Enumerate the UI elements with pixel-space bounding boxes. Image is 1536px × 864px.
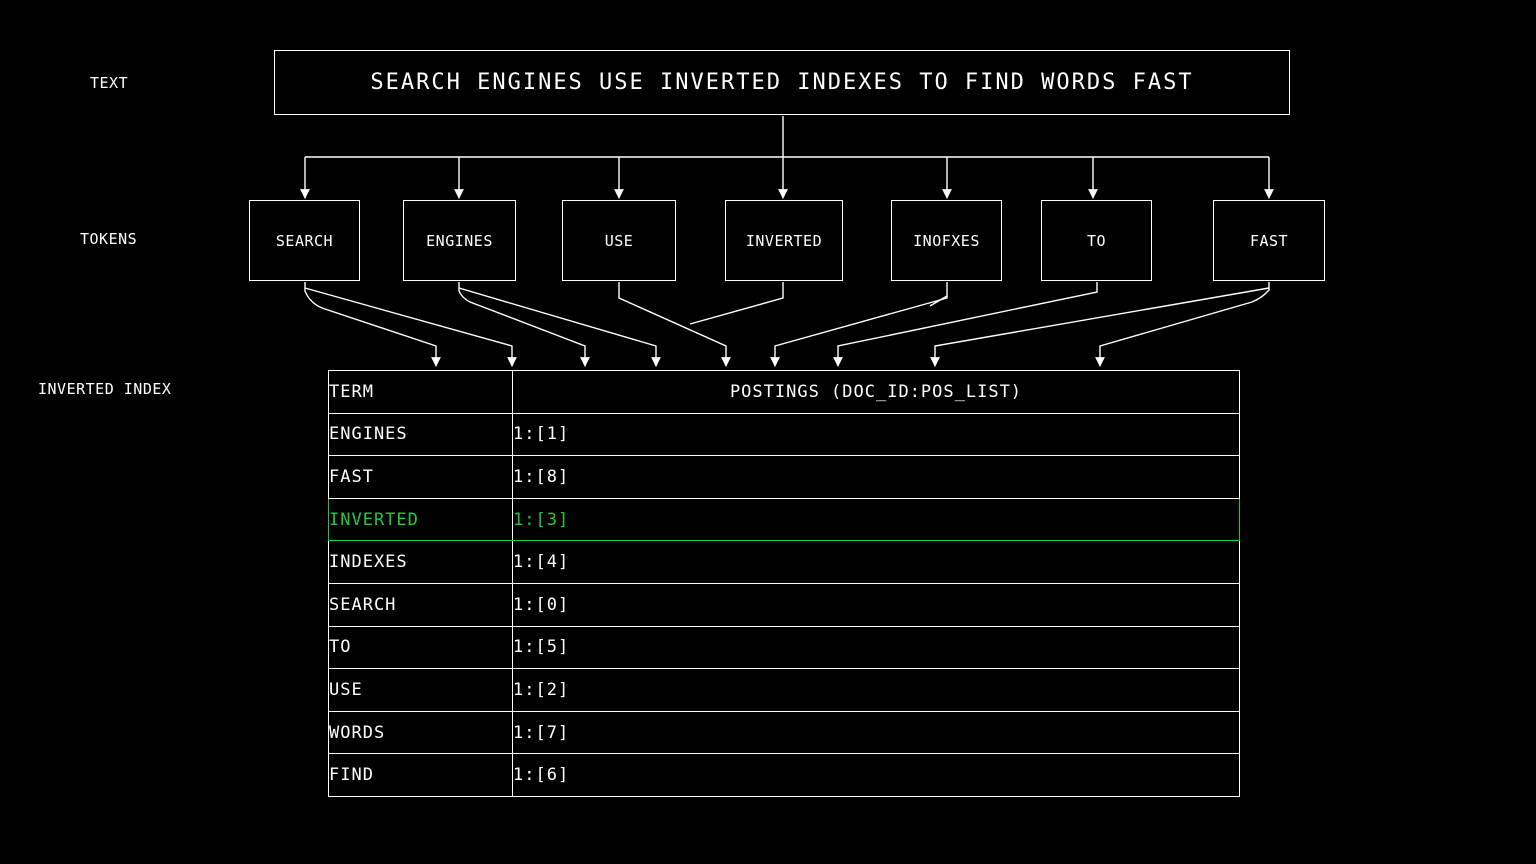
term-cell: INVERTED: [328, 497, 513, 542]
wire-inverted-a: [689, 282, 784, 325]
token-fast: FAST: [1213, 200, 1325, 281]
term-cell: INDEXES: [328, 540, 513, 584]
postings-cell: 1:[5]: [512, 625, 1240, 670]
wire-search-a: [304, 282, 441, 367]
postings-column-header: POSTINGS (DOC_ID:POS_LIST): [512, 370, 1240, 414]
wire-fast-a: [1095, 282, 1270, 367]
postings-cell: 1:[1]: [512, 412, 1240, 457]
term-cell: SEARCH: [328, 582, 513, 627]
postings-cell: 1:[4]: [512, 540, 1240, 584]
wire-engines-b: [458, 287, 661, 367]
table-row: FIND 1:[6]: [328, 753, 1240, 797]
postings-cell: 1:[6]: [512, 753, 1240, 797]
token-engines: ENGINES: [403, 200, 516, 281]
token-inverted: INVERTED: [725, 200, 843, 281]
table-row: ENGINES 1:[1]: [328, 412, 1240, 457]
table-header-row: TERM POSTINGS (DOC_ID:POS_LIST): [328, 370, 1240, 414]
table-row: FAST 1:[8]: [328, 455, 1240, 499]
inverted-index-table: TERM POSTINGS (DOC_ID:POS_LIST) ENGINES …: [328, 370, 1240, 797]
token-inofxes: INOFXES: [891, 200, 1002, 281]
term-column-header: TERM: [328, 370, 513, 414]
token-use: USE: [562, 200, 676, 281]
term-cell: USE: [328, 668, 513, 712]
term-cell: WORDS: [328, 710, 513, 755]
postings-cell: 1:[7]: [512, 710, 1240, 755]
term-cell: FAST: [328, 455, 513, 499]
term-cell: TO: [328, 625, 513, 670]
table-row: SEARCH 1:[0]: [328, 582, 1240, 627]
wire-inofxes: [770, 282, 948, 367]
table-row: INDEXES 1:[4]: [328, 540, 1240, 584]
wire-use: [618, 282, 731, 367]
postings-cell: 1:[8]: [512, 455, 1240, 499]
term-cell: FIND: [328, 753, 513, 797]
wire-inofxes-tail: [929, 295, 948, 307]
token-to: TO: [1041, 200, 1152, 281]
term-cell: ENGINES: [328, 412, 513, 457]
postings-cell: 1:[0]: [512, 582, 1240, 627]
table-row-highlighted: INVERTED 1:[3]: [328, 497, 1240, 542]
table-row: WORDS 1:[7]: [328, 710, 1240, 755]
wire-search-b: [304, 287, 517, 367]
table-row: USE 1:[2]: [328, 668, 1240, 712]
wire-engines-a: [458, 282, 590, 367]
table-row: TO 1:[5]: [328, 625, 1240, 670]
postings-cell: 1:[2]: [512, 668, 1240, 712]
postings-cell: 1:[3]: [512, 497, 1240, 542]
wire-fast-b: [930, 287, 1270, 367]
token-search: SEARCH: [249, 200, 360, 281]
